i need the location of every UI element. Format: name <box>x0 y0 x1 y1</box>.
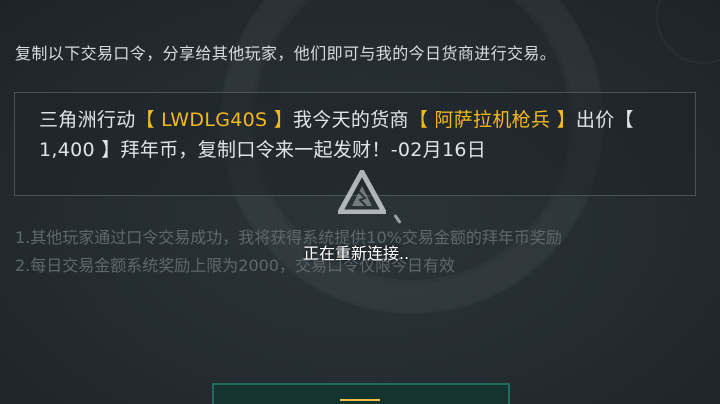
trade-code-text[interactable]: 三角洲行动【 LWDLG40S 】我今天的货商【 阿萨拉机枪兵 】出价【 1,4… <box>39 105 689 165</box>
copy-code-button[interactable] <box>212 383 510 404</box>
rule-line-1: 1.其他玩家通过口令交易成功，我将获得系统提供10%交易金额的拜年币奖励 <box>15 228 562 247</box>
merchant-name: 【 阿萨拉机枪兵 】 <box>408 109 576 131</box>
trade-code-screen: 复制以下交易口令，分享给其他玩家，他们即可与我的今日货商进行交易。 三角洲行动【… <box>0 0 720 404</box>
reconnecting-status: 正在重新连接.. <box>303 244 410 263</box>
background-corner-emblem <box>656 0 720 64</box>
rules-notes: 1.其他玩家通过口令交易成功，我将获得系统提供10%交易金额的拜年币奖励 2.每… <box>15 224 562 280</box>
rule-line-2: 2.每日交易金额系统奖励上限为2000，交易口令仅限今日有效 <box>15 256 455 275</box>
copy-button-label-fragment <box>340 399 380 404</box>
game-name: 三角洲行动 <box>39 109 136 131</box>
merchant-prefix: 我今天的货商 <box>293 109 409 131</box>
trade-code: 【 LWDLG40S 】 <box>135 109 293 131</box>
loading-logo-icon <box>338 170 386 214</box>
instruction-text: 复制以下交易口令，分享给其他玩家，他们即可与我的今日货商进行交易。 <box>15 44 557 63</box>
